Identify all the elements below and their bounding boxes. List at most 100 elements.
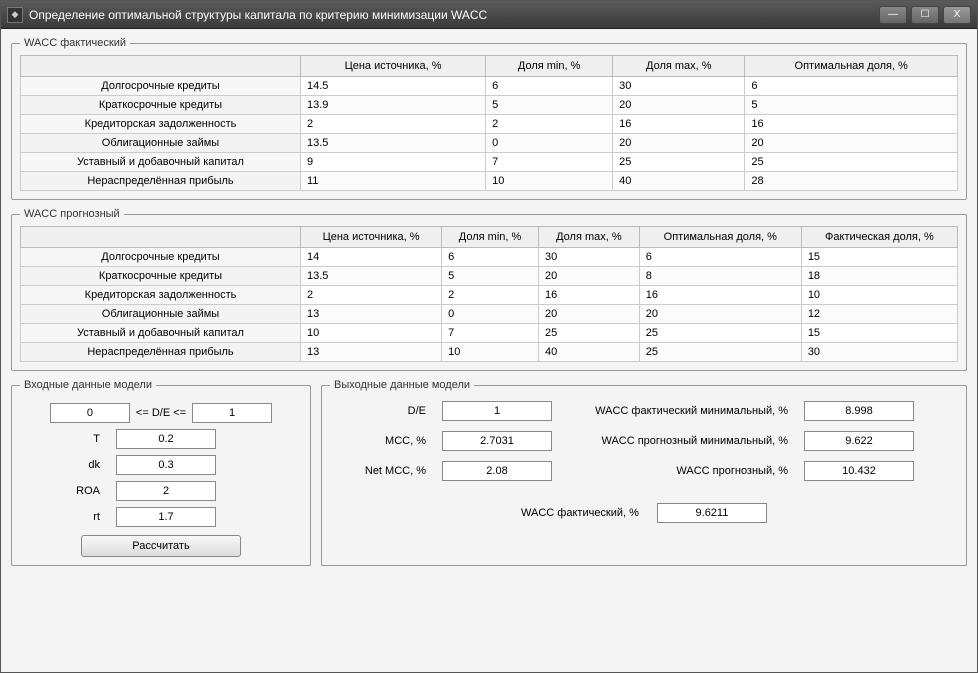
cell[interactable]: 25 <box>745 153 958 172</box>
cell[interactable]: 13 <box>301 305 442 324</box>
de-low-input[interactable] <box>50 403 130 423</box>
col-empty <box>21 56 301 77</box>
maximize-button[interactable]: ☐ <box>911 6 939 24</box>
cell[interactable]: 9 <box>301 153 486 172</box>
minimize-button[interactable]: — <box>879 6 907 24</box>
app-window: ◆ Определение оптимальной структуры капи… <box>0 0 978 673</box>
table-row: Нераспределённая прибыль 13 10 40 25 30 <box>21 343 958 362</box>
cell[interactable]: 18 <box>801 267 957 286</box>
cell[interactable]: 5 <box>486 96 613 115</box>
cell[interactable]: 20 <box>613 96 745 115</box>
row-name: Долгосрочные кредиты <box>21 77 301 96</box>
wacc-prog-value: 10.432 <box>804 461 914 481</box>
roa-label: ROA <box>20 485 100 497</box>
roa-input[interactable] <box>116 481 216 501</box>
cell[interactable]: 13.5 <box>301 134 486 153</box>
cell[interactable]: 25 <box>639 324 801 343</box>
table-row: Кредиторская задолженность 2 2 16 16 <box>21 115 958 134</box>
row-name: Кредиторская задолженность <box>21 115 301 134</box>
cell[interactable]: 30 <box>801 343 957 362</box>
cell[interactable]: 20 <box>745 134 958 153</box>
col-min: Доля min, % <box>442 227 539 248</box>
col-min: Доля min, % <box>486 56 613 77</box>
table-row: Долгосрочные кредиты 14.5 6 30 6 <box>21 77 958 96</box>
cell[interactable]: 20 <box>639 305 801 324</box>
outputs-legend: Выходные данные модели <box>330 379 474 391</box>
cell[interactable]: 30 <box>613 77 745 96</box>
cell[interactable]: 13.9 <box>301 96 486 115</box>
cell[interactable]: 40 <box>613 172 745 191</box>
cell[interactable]: 2 <box>301 115 486 134</box>
table-row: Уставный и добавочный капитал 10 7 25 25… <box>21 324 958 343</box>
cell[interactable]: 0 <box>486 134 613 153</box>
cell[interactable]: 6 <box>639 248 801 267</box>
mcc-label: MCC, % <box>336 435 426 447</box>
wacc-fact-min-label: WACC фактический минимальный, % <box>568 405 788 417</box>
cell[interactable]: 2 <box>486 115 613 134</box>
row-name: Уставный и добавочный капитал <box>21 153 301 172</box>
cell[interactable]: 13 <box>301 343 442 362</box>
col-empty <box>21 227 301 248</box>
cell[interactable]: 11 <box>301 172 486 191</box>
de-high-input[interactable] <box>192 403 272 423</box>
cell[interactable]: 6 <box>442 248 539 267</box>
wacc-prog-min-label: WACC прогнозный минимальный, % <box>568 435 788 447</box>
calculate-button[interactable]: Рассчитать <box>81 535 241 557</box>
cell[interactable]: 16 <box>613 115 745 134</box>
cell[interactable]: 20 <box>538 267 639 286</box>
dk-input[interactable] <box>116 455 216 475</box>
wacc-forecast-group: WACC прогнозный Цена источника, % Доля m… <box>11 208 967 371</box>
col-price: Цена источника, % <box>301 56 486 77</box>
cell[interactable]: 2 <box>301 286 442 305</box>
col-opt: Оптимальная доля, % <box>745 56 958 77</box>
row-name: Нераспределённая прибыль <box>21 343 301 362</box>
de-out-label: D/E <box>336 405 426 417</box>
cell[interactable]: 0 <box>442 305 539 324</box>
cell[interactable]: 16 <box>538 286 639 305</box>
cell[interactable]: 28 <box>745 172 958 191</box>
cell[interactable]: 15 <box>801 248 957 267</box>
cell[interactable]: 7 <box>486 153 613 172</box>
wacc-prog-min-value: 9.622 <box>804 431 914 451</box>
table-row: Облигационные займы 13 0 20 20 12 <box>21 305 958 324</box>
titlebar[interactable]: ◆ Определение оптимальной структуры капи… <box>1 1 977 29</box>
cell[interactable]: 6 <box>745 77 958 96</box>
wacc-factual-legend: WACC фактический <box>20 37 130 49</box>
cell[interactable]: 10 <box>442 343 539 362</box>
row-name: Облигационные займы <box>21 305 301 324</box>
cell[interactable]: 40 <box>538 343 639 362</box>
content-area: WACC фактический Цена источника, % Доля … <box>1 29 977 672</box>
de-range-label: <= D/E <= <box>136 407 186 419</box>
cell[interactable]: 20 <box>613 134 745 153</box>
col-price: Цена источника, % <box>301 227 442 248</box>
dk-label: dk <box>20 459 100 471</box>
cell[interactable]: 7 <box>442 324 539 343</box>
t-input[interactable] <box>116 429 216 449</box>
close-button[interactable]: X <box>943 6 971 24</box>
cell[interactable]: 14 <box>301 248 442 267</box>
cell[interactable]: 25 <box>613 153 745 172</box>
cell[interactable]: 15 <box>801 324 957 343</box>
cell[interactable]: 20 <box>538 305 639 324</box>
table-row: Нераспределённая прибыль 11 10 40 28 <box>21 172 958 191</box>
cell[interactable]: 30 <box>538 248 639 267</box>
row-name: Долгосрочные кредиты <box>21 248 301 267</box>
cell[interactable]: 10 <box>301 324 442 343</box>
inputs-legend: Входные данные модели <box>20 379 156 391</box>
cell[interactable]: 10 <box>801 286 957 305</box>
cell[interactable]: 12 <box>801 305 957 324</box>
cell[interactable]: 5 <box>745 96 958 115</box>
cell[interactable]: 2 <box>442 286 539 305</box>
cell[interactable]: 6 <box>486 77 613 96</box>
cell[interactable]: 25 <box>639 343 801 362</box>
cell[interactable]: 16 <box>745 115 958 134</box>
cell[interactable]: 5 <box>442 267 539 286</box>
cell[interactable]: 10 <box>486 172 613 191</box>
table-row: Облигационные займы 13.5 0 20 20 <box>21 134 958 153</box>
cell[interactable]: 16 <box>639 286 801 305</box>
cell[interactable]: 13.5 <box>301 267 442 286</box>
cell[interactable]: 8 <box>639 267 801 286</box>
cell[interactable]: 25 <box>538 324 639 343</box>
rt-input[interactable] <box>116 507 216 527</box>
cell[interactable]: 14.5 <box>301 77 486 96</box>
